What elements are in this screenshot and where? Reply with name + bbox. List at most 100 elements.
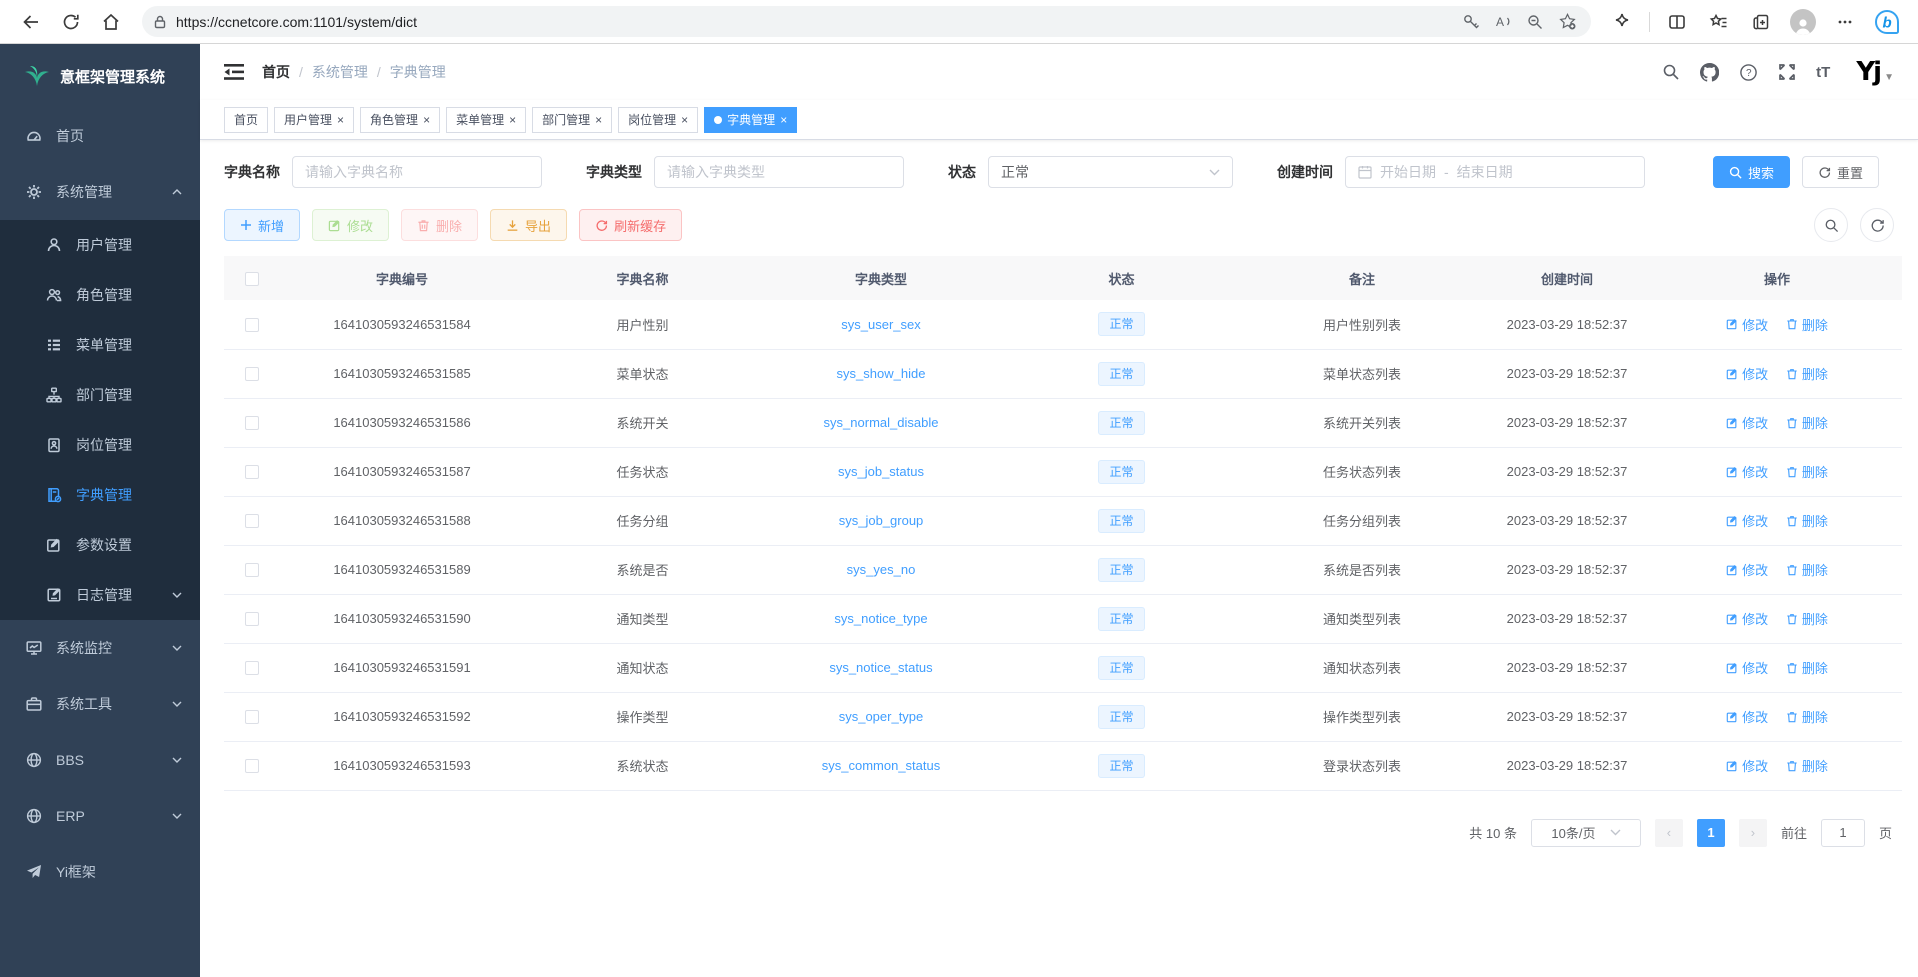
sidebar-toggle-icon[interactable] [224, 63, 244, 81]
edit-row-button[interactable]: 修改 [1726, 462, 1768, 481]
row-checkbox[interactable] [245, 710, 259, 724]
tab-roles[interactable]: 角色管理× [360, 107, 440, 133]
app-logo[interactable]: 意框架管理系统 [0, 44, 200, 108]
dict-type-link[interactable]: sys_oper_type [839, 709, 924, 724]
row-checkbox[interactable] [245, 759, 259, 773]
sidebar-item-monitor[interactable]: 系统监控 [0, 620, 200, 676]
sidebar-item-departments[interactable]: 部门管理 [0, 370, 200, 420]
delete-row-button[interactable]: 删除 [1786, 511, 1828, 530]
delete-row-button[interactable]: 删除 [1786, 315, 1828, 334]
url-text[interactable]: https://ccnetcore.com:1101/system/dict [176, 14, 1462, 30]
export-button[interactable]: 导出 [490, 209, 567, 241]
page-number-button[interactable]: 1 [1697, 819, 1725, 847]
sidebar-item-params[interactable]: 参数设置 [0, 520, 200, 570]
row-checkbox[interactable] [245, 612, 259, 626]
close-icon[interactable]: × [595, 113, 602, 127]
edit-row-button[interactable]: 修改 [1726, 707, 1768, 726]
close-icon[interactable]: × [509, 113, 516, 127]
goto-page-input[interactable] [1821, 819, 1865, 847]
dict-type-link[interactable]: sys_user_sex [841, 317, 920, 332]
dict-type-link[interactable]: sys_notice_status [829, 660, 932, 675]
extensions-icon[interactable] [1605, 5, 1639, 39]
row-checkbox[interactable] [245, 367, 259, 381]
sidebar-item-home[interactable]: 首页 [0, 108, 200, 164]
sidebar-item-yi-framework[interactable]: Yi框架 [0, 844, 200, 900]
dict-type-link[interactable]: sys_notice_type [834, 611, 927, 626]
delete-row-button[interactable]: 删除 [1786, 756, 1828, 775]
copilot-icon[interactable]: b [1870, 5, 1904, 39]
edit-row-button[interactable]: 修改 [1726, 364, 1768, 383]
search-button[interactable]: 搜索 [1713, 156, 1790, 188]
sidebar-item-users[interactable]: 用户管理 [0, 220, 200, 270]
dict-type-link[interactable]: sys_job_status [838, 464, 924, 479]
row-checkbox[interactable] [245, 465, 259, 479]
sidebar-item-menus[interactable]: 菜单管理 [0, 320, 200, 370]
edit-row-button[interactable]: 修改 [1726, 511, 1768, 530]
delete-button[interactable]: 删除 [401, 209, 478, 241]
prev-page-button[interactable]: ‹ [1655, 819, 1683, 847]
sidebar-item-posts[interactable]: 岗位管理 [0, 420, 200, 470]
sidebar-item-bbs[interactable]: BBS [0, 732, 200, 788]
delete-row-button[interactable]: 删除 [1786, 413, 1828, 432]
delete-row-button[interactable]: 删除 [1786, 707, 1828, 726]
edit-row-button[interactable]: 修改 [1726, 315, 1768, 334]
more-options-icon[interactable] [1828, 5, 1862, 39]
sidebar-item-dict[interactable]: 字典管理 [0, 470, 200, 520]
row-checkbox[interactable] [245, 514, 259, 528]
dict-type-link[interactable]: sys_yes_no [847, 562, 916, 577]
browser-refresh-icon[interactable] [54, 5, 88, 39]
delete-row-button[interactable]: 删除 [1786, 609, 1828, 628]
collections-icon[interactable] [1744, 5, 1778, 39]
edit-row-button[interactable]: 修改 [1726, 560, 1768, 579]
tab-dict-active[interactable]: 字典管理× [704, 107, 797, 133]
row-checkbox[interactable] [245, 563, 259, 577]
tab-home[interactable]: 首页 [224, 107, 268, 133]
select-all-checkbox[interactable] [245, 272, 259, 286]
page-size-select[interactable]: 10条/页 [1531, 819, 1641, 847]
dict-type-link[interactable]: sys_normal_disable [824, 415, 939, 430]
date-range-picker[interactable]: 开始日期 - 结束日期 [1345, 156, 1645, 188]
font-size-icon[interactable]: tT [1816, 64, 1830, 81]
dict-type-link[interactable]: sys_show_hide [837, 366, 926, 381]
address-bar[interactable]: https://ccnetcore.com:1101/system/dict A [142, 6, 1591, 37]
sidebar-item-roles[interactable]: 角色管理 [0, 270, 200, 320]
sidebar-item-erp[interactable]: ERP [0, 788, 200, 844]
help-icon[interactable]: ? [1739, 63, 1758, 82]
refresh-table-button[interactable] [1860, 208, 1894, 242]
dict-type-link[interactable]: sys_job_group [839, 513, 924, 528]
delete-row-button[interactable]: 删除 [1786, 658, 1828, 677]
tab-departments[interactable]: 部门管理× [532, 107, 612, 133]
close-icon[interactable]: × [780, 113, 787, 127]
dict-type-input[interactable]: 请输入字典类型 [654, 156, 904, 188]
tab-menus[interactable]: 菜单管理× [446, 107, 526, 133]
fullscreen-icon[interactable] [1778, 63, 1796, 81]
delete-row-button[interactable]: 删除 [1786, 462, 1828, 481]
split-screen-icon[interactable] [1660, 5, 1694, 39]
next-page-button[interactable]: › [1739, 819, 1767, 847]
refresh-cache-button[interactable]: 刷新缓存 [579, 209, 682, 241]
tab-users[interactable]: 用户管理× [274, 107, 354, 133]
delete-row-button[interactable]: 删除 [1786, 560, 1828, 579]
add-favorite-icon[interactable] [1558, 12, 1577, 31]
profile-avatar[interactable] [1786, 5, 1820, 39]
sidebar-item-system[interactable]: 系统管理 [0, 164, 200, 220]
edit-row-button[interactable]: 修改 [1726, 609, 1768, 628]
reset-button[interactable]: 重置 [1802, 156, 1879, 188]
browser-back-icon[interactable] [14, 5, 48, 39]
row-checkbox[interactable] [245, 416, 259, 430]
edit-row-button[interactable]: 修改 [1726, 413, 1768, 432]
close-icon[interactable]: × [423, 113, 430, 127]
close-icon[interactable]: × [337, 113, 344, 127]
row-checkbox[interactable] [245, 318, 259, 332]
breadcrumb-home[interactable]: 首页 [262, 62, 290, 82]
sidebar-item-logs[interactable]: 日志管理 [0, 570, 200, 620]
sidebar-item-tools[interactable]: 系统工具 [0, 676, 200, 732]
row-checkbox[interactable] [245, 661, 259, 675]
close-icon[interactable]: × [681, 113, 688, 127]
edit-button[interactable]: 修改 [312, 209, 389, 241]
favorites-icon[interactable] [1702, 5, 1736, 39]
browser-home-icon[interactable] [94, 5, 128, 39]
github-icon[interactable] [1700, 63, 1719, 82]
status-select[interactable]: 正常 [988, 156, 1233, 188]
user-logo[interactable]: Yj ▼ [1850, 59, 1894, 85]
